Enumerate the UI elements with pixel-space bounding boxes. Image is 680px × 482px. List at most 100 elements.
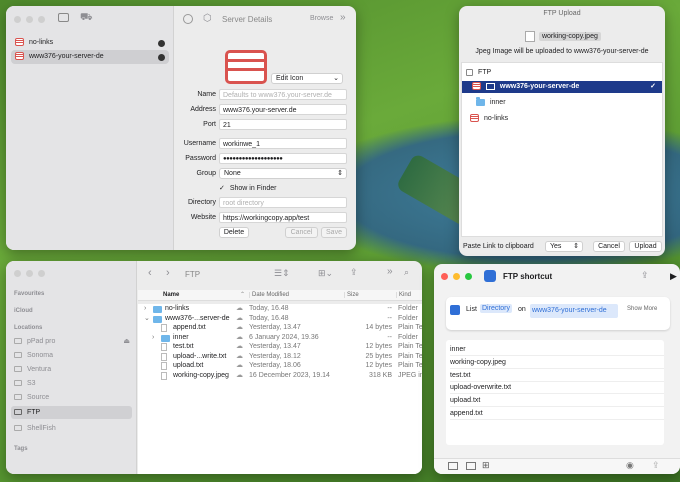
list-item[interactable]: working-copy.jpeg (450, 357, 664, 369)
chevron-double-right-icon[interactable]: » (340, 12, 346, 23)
upload-title: FTP Upload (543, 10, 581, 17)
list-view-icon[interactable] (448, 462, 458, 470)
forward-icon[interactable]: › (166, 267, 170, 279)
list-item[interactable]: inner (450, 344, 664, 356)
save-button[interactable]: Save (321, 227, 347, 238)
name-column-header[interactable]: Name (163, 292, 179, 298)
list-view-icon[interactable]: ☰⇕ (274, 268, 290, 279)
action-param-token[interactable]: Directory (480, 304, 513, 313)
group-select[interactable]: None ⇕ (219, 168, 347, 179)
directory-field[interactable]: root directory (219, 197, 347, 208)
show-in-finder-checkbox[interactable]: ✓ Show in Finder (219, 183, 277, 194)
share-icon[interactable]: ⇪ (652, 460, 660, 471)
date-column-header[interactable]: Date Modified (249, 292, 289, 298)
list-item[interactable]: append.txt (450, 408, 664, 420)
delete-button[interactable]: Delete (219, 227, 249, 238)
list-item[interactable]: test.txt (450, 370, 664, 382)
list-action-card[interactable]: List Directory on www376-your-server-de … (446, 297, 670, 330)
run-icon[interactable]: ▶ (670, 271, 677, 282)
address-field[interactable]: www376.your-server.de (219, 104, 347, 115)
size-column-header[interactable]: Size (344, 292, 359, 298)
play-circle-icon[interactable] (183, 14, 193, 24)
table-row[interactable]: ⌄ www376-...server-de ☁ Today, 16.48 -- Folde… (138, 314, 422, 324)
list-item[interactable]: upload-overwrite.txt (450, 382, 664, 395)
tree-item-ftp[interactable]: FTP (466, 67, 491, 79)
drive-icon (466, 68, 473, 76)
upload-cancel-button[interactable]: Cancel (593, 241, 625, 252)
window-controls[interactable] (14, 16, 45, 23)
kind-column-header[interactable]: Kind (396, 292, 411, 298)
share-icon[interactable]: ⇪ (350, 267, 358, 278)
sidebar-toggle-icon[interactable] (58, 13, 69, 22)
location-item[interactable]: ShellFish (14, 423, 132, 434)
back-icon[interactable]: ‹ (148, 267, 152, 279)
car-icon[interactable]: ⛟ (80, 13, 93, 23)
upload-button[interactable]: Upload (629, 241, 662, 252)
file-size: -- (387, 305, 392, 312)
chevron-double-right-icon[interactable]: » (387, 266, 393, 277)
eject-icon[interactable] (158, 54, 165, 61)
tree-item-inner[interactable]: inner (476, 96, 506, 109)
password-field[interactable]: ●●●●●●●●●●●●●●●●●●● (219, 153, 347, 164)
selected-checkmark-icon: ✓ (650, 83, 656, 90)
action-target-token[interactable]: www376-your-server-de (530, 304, 618, 318)
file-date: Yesterday, 18.12 (249, 352, 301, 360)
disclosure-icon[interactable]: ⌄ (144, 314, 150, 324)
share-icon[interactable]: ⇪ (641, 270, 649, 281)
columns-view-icon[interactable] (466, 462, 476, 470)
sidebar-item-no-links[interactable]: no-links (11, 36, 169, 50)
website-field[interactable]: https://workingcopy.app/test (219, 212, 347, 223)
finder-window-controls[interactable] (14, 270, 45, 277)
table-row[interactable]: test.txt ☁ Yesterday, 13.47 12 bytes Plain T… (138, 342, 422, 352)
name-field[interactable]: Defaults to www376.your-server.de (219, 89, 347, 100)
disclosure-icon[interactable]: › (152, 333, 154, 343)
tags-heading: Tags (14, 446, 28, 452)
table-row[interactable]: upload-...write.txt ☁ Yesterday, 18.12 25 b… (138, 352, 422, 362)
list-item[interactable]: upload.txt (450, 395, 664, 408)
file-date: Yesterday, 18.06 (249, 362, 301, 369)
grid-view-icon[interactable]: ⊞⌄ (318, 268, 333, 279)
group-value: None (224, 170, 241, 177)
folder-icon (476, 96, 485, 106)
table-row[interactable]: › inner ☁ 6 January 2024, 19.36 -- Folder (138, 333, 422, 343)
document-icon (161, 352, 167, 361)
port-field[interactable]: 21 (219, 119, 347, 130)
cancel-button[interactable]: Cancel (285, 227, 318, 238)
tree-item-no-links[interactable]: no-links (470, 113, 508, 125)
file-date: Yesterday, 13.47 (249, 343, 301, 350)
username-field[interactable]: workinwe_1 (219, 138, 347, 149)
grid-view-icon[interactable]: ⊞ (482, 460, 490, 471)
location-item[interactable]: S3 (14, 378, 132, 389)
eye-icon[interactable]: ◉ (626, 460, 634, 471)
location-item[interactable]: pPad pro ⏏ (14, 336, 132, 347)
chevron-updown-icon: ⇕ (573, 243, 579, 250)
sidebar-item-www376-your-server-de[interactable]: www376-your-server-de (11, 50, 169, 64)
eject-icon[interactable]: ⏏ (123, 336, 130, 347)
location-item[interactable]: Sonoma (14, 350, 132, 361)
document-icon (161, 371, 167, 380)
file-size: 318 KB (369, 371, 392, 379)
location-item-selected[interactable]: FTP (11, 406, 132, 419)
shortcut-window-controls[interactable] (441, 273, 472, 280)
location-item[interactable]: Ventura (14, 364, 132, 375)
checkmark-icon: ✓ (219, 185, 225, 192)
table-row[interactable]: › no-links ☁ Today, 16.48 -- Folder (138, 304, 422, 314)
disclosure-icon[interactable]: › (144, 304, 146, 314)
file-size: 12 bytes (365, 362, 392, 369)
tree-item-www376-your-server-de[interactable]: www376-your-server-de ✓ (462, 81, 662, 93)
paste-link-select[interactable]: Yes ⇕ (545, 241, 583, 252)
location-item[interactable]: Source (14, 392, 132, 403)
browse-button[interactable]: Browse (310, 15, 333, 22)
address-label: Address (190, 106, 216, 113)
table-row[interactable]: append.txt ☁ Yesterday, 13.47 14 bytes Plain… (138, 323, 422, 333)
table-row[interactable]: upload.txt ☁ Yesterday, 18.06 12 bytes Plain… (138, 361, 422, 371)
cube-icon[interactable]: ⬡ (203, 13, 212, 24)
show-more-button[interactable]: Show More (627, 306, 657, 312)
table-row[interactable]: working-copy.jpeg ☁ 16 December 2023, 19.1… (138, 371, 422, 381)
eject-icon[interactable] (158, 40, 165, 47)
file-kind: Plain Text (398, 362, 422, 369)
edit-icon-dropdown[interactable]: Edit Icon ⌄ (271, 73, 343, 84)
file-kind: Folder (398, 333, 418, 341)
location-label: Ventura (26, 366, 52, 373)
search-icon[interactable]: ⌕ (404, 267, 409, 278)
